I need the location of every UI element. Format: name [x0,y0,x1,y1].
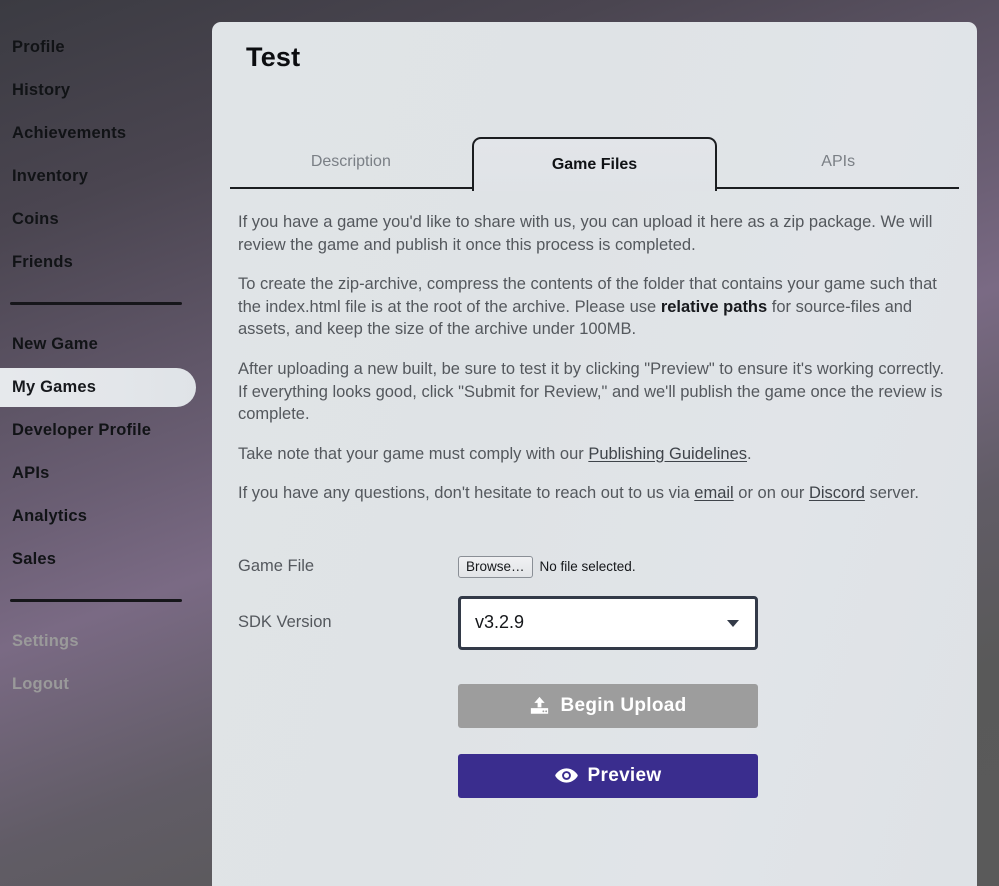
sidebar-item-label: Coins [12,210,59,229]
sidebar-group-account: Profile History Achievements Inventory C… [0,26,212,284]
sidebar-item-my-games[interactable]: My Games [0,366,212,409]
file-status-text: No file selected. [540,559,636,574]
relative-paths-emphasis: relative paths [661,298,767,316]
paragraph-zip-archive: To create the zip-archive, compress the … [238,273,957,341]
sidebar-item-history[interactable]: History [0,69,212,112]
sidebar-item-apis[interactable]: APIs [0,452,212,495]
chevron-down-icon [727,620,739,627]
preview-label: Preview [588,765,662,787]
sdk-version-value: v3.2.9 [475,612,524,633]
game-file-input[interactable]: Browse… No file selected. [458,556,636,578]
action-buttons: Begin Upload Preview [230,668,959,798]
sidebar-group-developer: New Game My Games Developer Profile APIs… [0,323,212,581]
paragraph-guidelines: Take note that your game must comply wit… [238,443,957,466]
paragraph-text: After uploading a new built, be sure to … [238,360,944,423]
paragraph-testing: After uploading a new built, be sure to … [238,358,957,426]
tab-label: Description [311,153,391,171]
begin-upload-button[interactable]: Begin Upload [458,684,758,728]
paragraph-text: server. [865,484,919,502]
tab-label: APIs [821,153,855,171]
sidebar-item-label: Sales [12,550,56,569]
sidebar-item-analytics[interactable]: Analytics [0,495,212,538]
game-detail-panel: Test Description Game Files APIs If you … [212,22,977,886]
paragraph-contact: If you have any questions, don't hesitat… [238,482,957,505]
sdk-version-row: SDK Version v3.2.9 [238,596,959,650]
game-file-row: Game File Browse… No file selected. [238,556,959,578]
panel-inner: Test Description Game Files APIs If you … [212,22,977,798]
sidebar: Profile History Achievements Inventory C… [0,0,212,886]
instructions-text: If you have a game you'd like to share w… [230,189,959,505]
publishing-guidelines-link[interactable]: Publishing Guidelines [588,445,747,463]
sidebar-item-label: History [12,81,70,100]
sidebar-item-label: Logout [12,675,69,694]
sidebar-item-settings[interactable]: Settings [0,620,212,663]
paragraph-intro: If you have a game you'd like to share w… [238,211,957,256]
sidebar-group-system: Settings Logout [0,620,212,706]
sidebar-item-new-game[interactable]: New Game [0,323,212,366]
sidebar-item-logout[interactable]: Logout [0,663,212,706]
paragraph-text: . [747,445,752,463]
sidebar-divider-2 [10,599,182,602]
paragraph-text: or on our [734,484,809,502]
sdk-version-label: SDK Version [238,613,458,632]
eye-icon [555,767,578,784]
paragraph-text: Take note that your game must comply wit… [238,445,588,463]
sidebar-item-coins[interactable]: Coins [0,198,212,241]
sidebar-item-label: New Game [12,335,98,354]
sidebar-item-label: Developer Profile [12,421,151,440]
tab-game-files[interactable]: Game Files [472,137,718,191]
discord-link[interactable]: Discord [809,484,865,502]
tab-label: Game Files [552,156,637,174]
game-file-label: Game File [238,557,458,576]
paragraph-text: If you have any questions, don't hesitat… [238,484,694,502]
upload-form: Game File Browse… No file selected. SDK … [230,522,959,650]
sidebar-item-inventory[interactable]: Inventory [0,155,212,198]
upload-icon [529,696,550,715]
sidebar-item-friends[interactable]: Friends [0,241,212,284]
sidebar-item-profile[interactable]: Profile [0,26,212,69]
browse-button[interactable]: Browse… [458,556,533,578]
sidebar-item-label: Achievements [12,124,126,143]
sidebar-item-sales[interactable]: Sales [0,538,212,581]
sidebar-item-achievements[interactable]: Achievements [0,112,212,155]
tab-description[interactable]: Description [230,137,472,189]
tab-apis[interactable]: APIs [717,137,959,189]
sidebar-item-label: Profile [12,38,65,57]
sidebar-item-label: Inventory [12,167,88,186]
sdk-version-select[interactable]: v3.2.9 [458,596,758,650]
email-link[interactable]: email [694,484,733,502]
sidebar-item-label: APIs [12,464,49,483]
sidebar-item-label: My Games [12,378,96,397]
sidebar-item-developer-profile[interactable]: Developer Profile [0,409,212,452]
begin-upload-label: Begin Upload [560,695,686,717]
sidebar-item-label: Friends [12,253,73,272]
preview-button[interactable]: Preview [458,754,758,798]
sidebar-item-label: Settings [12,632,79,651]
sidebar-item-label: Analytics [12,507,87,526]
tab-bar: Description Game Files APIs [230,137,959,189]
sidebar-divider-1 [10,302,182,305]
paragraph-text: If you have a game you'd like to share w… [238,213,932,254]
page-title: Test [230,22,959,73]
